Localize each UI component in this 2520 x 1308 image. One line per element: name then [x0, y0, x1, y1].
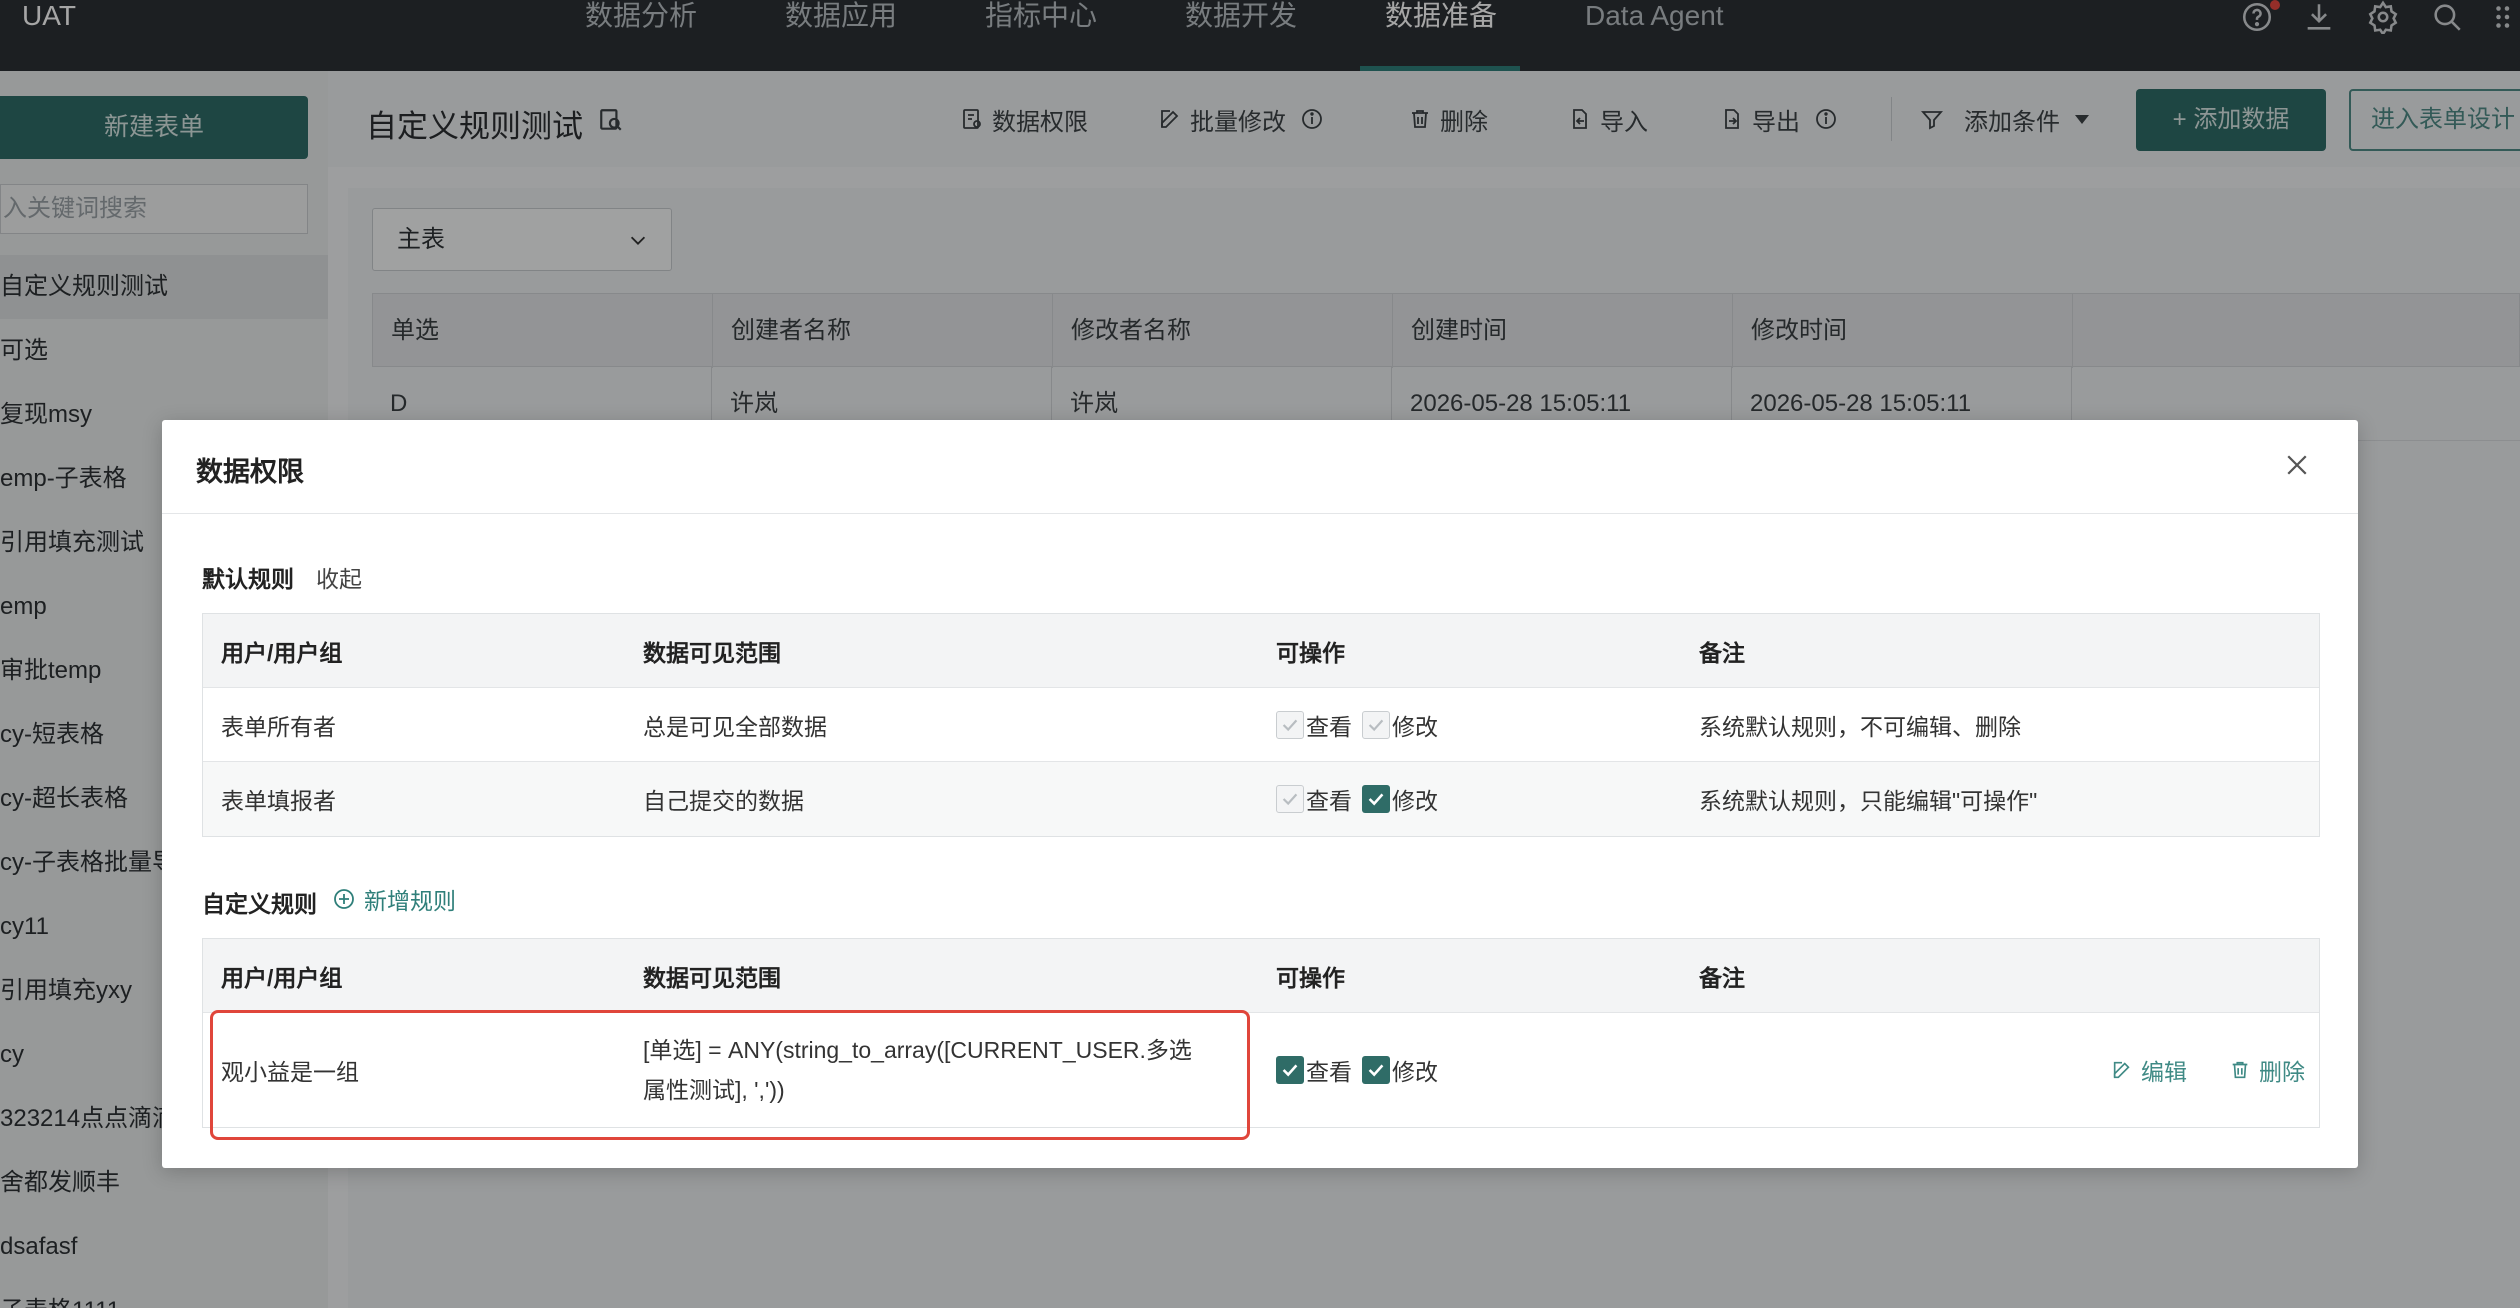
edit-rule-label: 编辑 [2141, 1059, 2187, 1085]
edit-label: 修改 [1392, 713, 1438, 740]
rule-user: 表单所有者 [221, 713, 336, 740]
column-header: 可操作 [1276, 964, 1345, 991]
rule-operations: 查看 修改 [1276, 1013, 1448, 1127]
view-checkbox[interactable]: 查看 [1276, 708, 1352, 742]
edit-checkbox[interactable]: 修改 [1362, 1053, 1438, 1087]
default-rules-table: 用户/用户组 数据可见范围 可操作 备注 表单所有者 总是可见全部数据 查看 修… [202, 613, 2320, 837]
edit-checkbox[interactable]: 修改 [1362, 782, 1438, 816]
default-rules-label: 默认规则 [202, 566, 294, 592]
column-header: 可操作 [1276, 639, 1345, 666]
column-header: 备注 [1699, 964, 1745, 991]
delete-rule-label: 删除 [2259, 1059, 2305, 1085]
rule-operations: 查看 修改 [1276, 688, 1448, 761]
column-header: 数据可见范围 [643, 639, 781, 666]
edit-label: 修改 [1392, 1059, 1438, 1085]
delete-rule-link[interactable]: 删除 [2229, 1013, 2305, 1127]
column-header: 备注 [1699, 639, 1745, 666]
checkbox-disabled [1276, 785, 1304, 813]
add-rule-button[interactable]: 新增规则 [332, 882, 456, 916]
edit-rule-link[interactable]: 编辑 [2111, 1013, 2187, 1127]
rules-header-row: 用户/用户组 数据可见范围 可操作 备注 [203, 614, 2319, 688]
view-checkbox[interactable]: 查看 [1276, 782, 1352, 816]
rule-row: 表单填报者 自己提交的数据 查看 修改 系统默认规则，只能编辑"可操作" [203, 762, 2319, 836]
collapse-link[interactable]: 收起 [316, 560, 362, 594]
edit-checkbox[interactable]: 修改 [1362, 708, 1438, 742]
checkbox-disabled [1362, 710, 1390, 739]
edit-icon [2113, 1061, 2130, 1079]
view-label: 查看 [1306, 788, 1352, 814]
rule-scope: 总是可见全部数据 [643, 713, 827, 740]
checkbox-checked [1362, 1056, 1390, 1084]
rule-note: 系统默认规则，不可编辑、删除 [1699, 713, 2021, 740]
rules-header-row: 用户/用户组 数据可见范围 可操作 备注 [203, 939, 2319, 1013]
dialog-divider [162, 513, 2358, 514]
rule-note: 系统默认规则，只能编辑"可操作" [1699, 788, 2038, 814]
view-label: 查看 [1306, 1059, 1352, 1085]
dialog-title: 数据权限 [196, 457, 304, 487]
edit-label: 修改 [1392, 788, 1438, 814]
annotation-highlight-box [210, 1010, 1250, 1140]
add-rule-label: 新增规则 [364, 888, 456, 914]
data-permission-dialog: 数据权限 默认规则 收起 用户/用户组 数据可见范围 可操作 备注 表单所有者 … [162, 420, 2358, 1168]
custom-rules-label: 自定义规则 [202, 891, 317, 917]
column-header: 用户/用户组 [221, 639, 343, 666]
rule-user: 表单填报者 [221, 788, 336, 814]
checkbox-checked [1276, 1056, 1304, 1084]
column-header: 数据可见范围 [643, 964, 781, 991]
checkbox-disabled [1276, 710, 1304, 739]
checkbox-checked [1362, 785, 1390, 813]
trash-icon [2232, 1061, 2248, 1079]
view-checkbox[interactable]: 查看 [1276, 1053, 1352, 1087]
close-icon[interactable] [2282, 450, 2312, 480]
rule-operations: 查看 修改 [1276, 762, 1448, 836]
rule-scope: 自己提交的数据 [643, 788, 804, 814]
view-label: 查看 [1306, 713, 1352, 740]
column-header: 用户/用户组 [221, 964, 343, 991]
plus-circle-icon [334, 889, 354, 909]
rule-row: 表单所有者 总是可见全部数据 查看 修改 系统默认规则，不可编辑、删除 [203, 688, 2319, 762]
